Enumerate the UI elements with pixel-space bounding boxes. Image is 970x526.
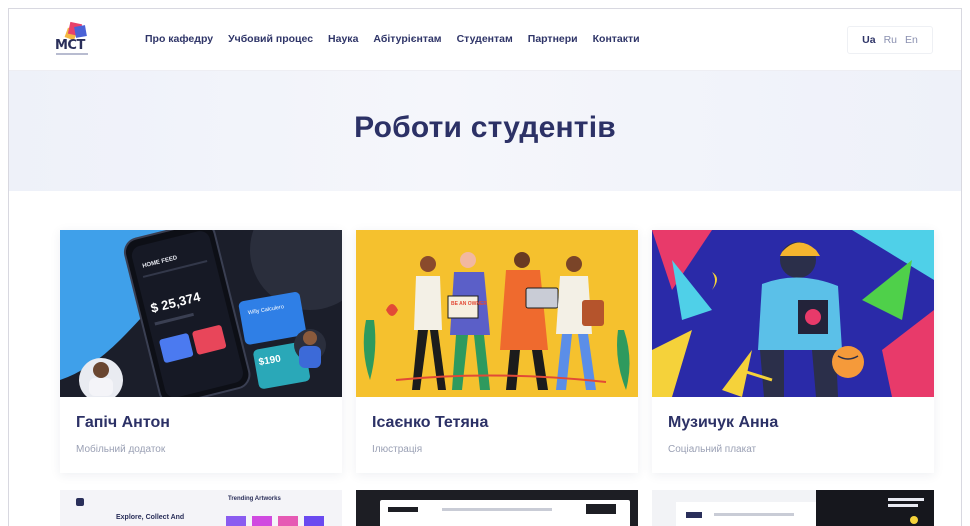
- student-name: Ісаєнко Тетяна: [372, 414, 489, 431]
- nav-about[interactable]: Про кафедру: [145, 33, 213, 45]
- student-name: Музичук Анна: [668, 414, 779, 431]
- lang-en[interactable]: En: [905, 34, 918, 46]
- artwork-thumb: [226, 516, 246, 526]
- sign-text: BE AN OWNER: [451, 301, 487, 307]
- work-category: Мобільний додаток: [76, 444, 166, 455]
- nav-partners[interactable]: Партнери: [528, 33, 578, 45]
- page-title: Роботи студентів: [354, 111, 616, 144]
- card-image-mobile-app: HOME FEED $ 25,374 Willy Calculero $190: [60, 230, 342, 397]
- student-work-card[interactable]: Музичук Анна Соціальний плакат: [652, 230, 934, 473]
- nav-students[interactable]: Студентам: [457, 33, 513, 45]
- nav-applicants[interactable]: Абітурієнтам: [373, 33, 441, 45]
- preview-nav: [442, 508, 552, 511]
- preview-button: [586, 504, 616, 514]
- work-category: Ілюстрація: [372, 444, 423, 455]
- student-work-card[interactable]: [356, 490, 638, 526]
- site-header: MCT Про кафедру Учбовий процес Наука Абі…: [9, 9, 961, 71]
- nav-contacts[interactable]: Контакти: [593, 33, 640, 45]
- mobile-app-illustration: HOME FEED $ 25,374 Willy Calculero $190: [60, 230, 342, 397]
- mini-logo-icon: [76, 498, 84, 506]
- nav-education[interactable]: Учбовий процес: [228, 33, 313, 45]
- artwork-thumb: [304, 516, 324, 526]
- logo-text: MCT: [55, 38, 85, 53]
- student-work-card[interactable]: Trending Artworks Explore, Collect And: [60, 490, 342, 526]
- language-switcher: Ua Ru En: [847, 26, 933, 54]
- student-work-card[interactable]: [652, 490, 934, 526]
- preview-nav: [714, 513, 794, 516]
- main-nav: Про кафедру Учбовий процес Наука Абітурі…: [145, 33, 655, 45]
- student-work-card[interactable]: HOME FEED $ 25,374 Willy Calculero $190: [60, 230, 342, 473]
- lang-ua[interactable]: Ua: [862, 34, 875, 46]
- browser-frame: MCT Про кафедру Учбовий процес Наука Абі…: [8, 8, 962, 526]
- card-image-illustration: BE AN OWNER: [356, 230, 638, 397]
- site-logo[interactable]: MCT: [55, 21, 89, 59]
- dark-panel-text: [888, 498, 924, 501]
- work-category: Соціальний плакат: [668, 444, 757, 455]
- dot-icon: [910, 516, 918, 524]
- lang-ru[interactable]: Ru: [884, 34, 897, 46]
- page-hero: Роботи студентів: [9, 71, 961, 191]
- social-poster-illustration: [652, 230, 934, 397]
- nav-science[interactable]: Наука: [328, 33, 358, 45]
- student-name: Гапіч Антон: [76, 414, 170, 431]
- card-image-poster: [652, 230, 934, 397]
- dark-panel-text: [888, 504, 918, 507]
- preview-logo-icon: [686, 512, 702, 518]
- preview-logo-icon: [388, 507, 418, 512]
- artwork-thumb: [278, 516, 298, 526]
- card-preview-subheading: Explore, Collect And: [116, 514, 185, 521]
- artwork-thumb: [252, 516, 272, 526]
- logo-shape: [74, 25, 87, 38]
- card-preview-heading: Trending Artworks: [228, 496, 281, 502]
- logo-underline: [56, 53, 88, 55]
- people-walking-illustration: BE AN OWNER: [356, 230, 638, 397]
- student-work-card[interactable]: BE AN OWNER Ісаєнко Тетяна Ілюстрація: [356, 230, 638, 473]
